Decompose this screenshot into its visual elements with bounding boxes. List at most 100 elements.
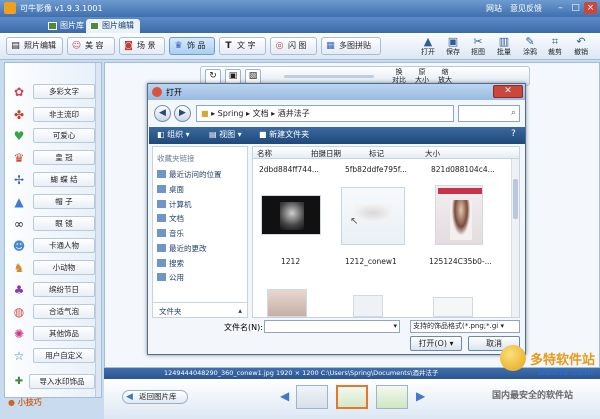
nav-recent-changes[interactable]: 最近的更改 — [157, 243, 207, 254]
nav-recent-places[interactable]: 最近访问的位置 — [157, 169, 222, 180]
tab-image-edit[interactable]: 图片编辑 — [86, 19, 140, 33]
chevron-down-icon[interactable]: ▾ — [393, 322, 397, 330]
file-item[interactable]: 821d088104c4... — [431, 165, 495, 174]
accessory-button[interactable]: ♛ 饰 品 — [169, 37, 215, 55]
sidebar-item-animal[interactable]: ♞ 小动物 — [7, 259, 99, 277]
accessory-sidebar: ✿ 多彩文字 ✤ 非主流印 ♥ 可爱心 ♛ 皇 冠 ✢ 蝴 蝶 结 ▲ 帽 子 … — [4, 62, 102, 398]
sidebar-item-glasses[interactable]: ∞ 眼 镜 — [7, 215, 99, 233]
nav-music[interactable]: 音乐 — [157, 228, 184, 239]
column-date-taken[interactable]: 拍摄日期 — [311, 148, 341, 159]
site-watermark: 多特软件站 DuoTe.com 国内最安全的软件站 — [488, 343, 598, 403]
film-thumbnail[interactable] — [296, 385, 328, 409]
forward-arrow-icon[interactable]: ▶ — [174, 105, 191, 122]
nav-search[interactable]: 搜索 — [157, 258, 184, 269]
tab-image-library[interactable]: 图片库 — [44, 19, 90, 33]
app-title: 可牛影像 v1.9.3.1001 — [20, 4, 103, 13]
sidebar-item-bubble[interactable]: ◍ 合适气泡 — [7, 303, 99, 321]
title-bar: 可牛影像 v1.9.3.1001 网站 意见反馈 – □ × — [0, 0, 600, 17]
dialog-close-icon[interactable]: ✕ — [493, 85, 523, 98]
batch-button[interactable]: ▥ 批量 — [492, 35, 516, 59]
fit-view-icon[interactable]: ▣ — [225, 69, 241, 84]
beauty-button[interactable]: ☺ 美 容 — [67, 37, 115, 55]
dialog-title-bar: 打开 — [148, 84, 525, 100]
crop-button[interactable]: ⌗ 裁剪 — [543, 35, 567, 59]
maximize-icon[interactable]: □ — [569, 2, 582, 14]
file-thumbnail-magazine[interactable] — [435, 185, 483, 245]
file-thumbnail-1212[interactable] — [261, 195, 321, 235]
organize-button[interactable]: ◧ 组织 ▾ — [157, 129, 190, 140]
back-to-library-button[interactable]: ◀ 返回图片库 — [122, 390, 188, 404]
column-name[interactable]: 名称 — [257, 148, 272, 159]
nav-computer[interactable]: 计算机 — [157, 199, 192, 210]
sidebar-item-heart[interactable]: ♥ 可爱心 — [7, 127, 99, 145]
tips-link[interactable]: ● 小技巧 — [8, 397, 42, 408]
rotate-icon[interactable]: ↻ — [205, 69, 221, 84]
views-button[interactable]: ▤ 视图 ▾ — [209, 129, 242, 140]
scrollbar-thumb[interactable] — [513, 179, 518, 219]
sidebar-item-crown[interactable]: ♛ 皇 冠 — [7, 149, 99, 167]
scene-button[interactable]: ◙ 场 景 — [119, 37, 165, 55]
back-arrow-icon[interactable]: ◀ — [154, 105, 171, 122]
text-button[interactable]: T 文 字 — [219, 37, 266, 55]
file-item[interactable]: 5fb82ddfe795f... — [345, 165, 407, 174]
website-link[interactable]: 网站 — [486, 3, 502, 14]
file-name-1212[interactable]: 1212 — [281, 257, 300, 266]
feedback-link[interactable]: 意见反馈 — [510, 3, 542, 14]
photo-edit-button[interactable]: ▤ 照片编辑 — [6, 37, 63, 55]
sidebar-item-other[interactable]: ✺ 其他饰品 — [7, 325, 99, 343]
next-arrow-icon[interactable]: ▶ — [416, 389, 425, 403]
actual-size-icon[interactable]: ▧ — [245, 69, 261, 84]
file-list-scrollbar[interactable] — [511, 159, 519, 317]
folder-icon: ■ — [201, 109, 209, 118]
filename-input[interactable]: ▾ — [264, 320, 400, 333]
sidebar-item-stamp[interactable]: ✤ 非主流印 — [7, 106, 99, 124]
column-tags[interactable]: 标记 — [369, 148, 384, 159]
film-thumbnail[interactable] — [376, 385, 408, 409]
new-folder-button[interactable]: ■ 新建文件夹 — [259, 129, 309, 140]
sidebar-item-custom[interactable]: ☆ 用户自定义 — [7, 347, 99, 365]
cutout-button[interactable]: ✂ 抠图 — [466, 35, 490, 59]
address-bar[interactable]: ■ ▸ Spring ▸ 文档 ▸ 酒井法子 — [196, 105, 454, 122]
sidebar-scrollbar[interactable] — [95, 63, 101, 397]
file-thumbnail-partial[interactable] — [353, 295, 383, 317]
favorite-links-pane: 收藏夹链接 最近访问的位置 桌面 计算机 文档 音乐 最近的更改 搜索 公用 文… — [152, 146, 248, 318]
sidebar-item-colorful-text[interactable]: ✿ 多彩文字 — [7, 83, 99, 101]
breadcrumb-spring[interactable]: Spring — [218, 109, 244, 118]
breadcrumb-documents[interactable]: 文档 — [253, 109, 269, 118]
sidebar-item-hat[interactable]: ▲ 帽 子 — [7, 193, 99, 211]
folders-toggle[interactable]: 文件夹 ▴ — [153, 302, 247, 317]
open-file-button[interactable]: 打开(O) ▾ — [410, 336, 462, 351]
file-name-1212-conew1[interactable]: 1212_conew1 — [345, 257, 397, 266]
zoom-slider[interactable] — [284, 75, 374, 78]
file-name-magazine[interactable]: 125124C35b0-... — [429, 257, 492, 266]
nav-documents[interactable]: 文档 — [157, 213, 184, 224]
bulb-icon: ● — [8, 398, 15, 407]
sidebar-item-bow[interactable]: ✢ 蝴 蝶 结 — [7, 171, 99, 189]
flash-image-button[interactable]: ◎ 闪 图 — [270, 37, 317, 55]
prev-arrow-icon[interactable]: ◀ — [280, 389, 289, 403]
back-icon: ◀ — [126, 392, 133, 402]
save-button[interactable]: ▣ 保存 — [441, 35, 465, 59]
app-logo-icon — [4, 2, 16, 14]
doodle-button[interactable]: ✎ 涂鸦 — [518, 35, 542, 59]
close-icon[interactable]: × — [584, 2, 597, 14]
file-thumbnail-partial[interactable] — [433, 297, 473, 317]
breadcrumb-folder[interactable]: 酒井法子 — [278, 109, 310, 118]
file-thumbnail-1212-conew1[interactable]: ↖ — [341, 187, 405, 245]
nav-desktop[interactable]: 桌面 — [157, 184, 184, 195]
import-watermark-button[interactable]: ✚ 导入水印饰品 — [7, 373, 99, 391]
undo-button[interactable]: ↶ 撤销 — [569, 35, 593, 59]
file-type-filter[interactable]: 支持的饰品格式(*.png;*.gi ▾ — [410, 320, 520, 333]
film-thumbnail-selected[interactable] — [336, 385, 368, 409]
minimize-icon[interactable]: – — [554, 2, 567, 14]
file-thumbnail-partial[interactable] — [267, 289, 307, 317]
collage-button[interactable]: ▦ 多图拼贴 — [321, 37, 381, 55]
dialog-search-input[interactable]: ⌕ — [458, 105, 520, 122]
file-item[interactable]: 2dbd884ff744... — [259, 165, 319, 174]
sidebar-item-festival[interactable]: ♣ 缤纷节日 — [7, 281, 99, 299]
open-button[interactable]: ▲ 打开 — [416, 35, 440, 59]
column-size[interactable]: 大小 — [425, 148, 440, 159]
help-icon[interactable]: ? — [511, 129, 516, 139]
sidebar-item-cartoon[interactable]: ☻ 卡通人物 — [7, 237, 99, 255]
nav-public[interactable]: 公用 — [157, 272, 184, 283]
